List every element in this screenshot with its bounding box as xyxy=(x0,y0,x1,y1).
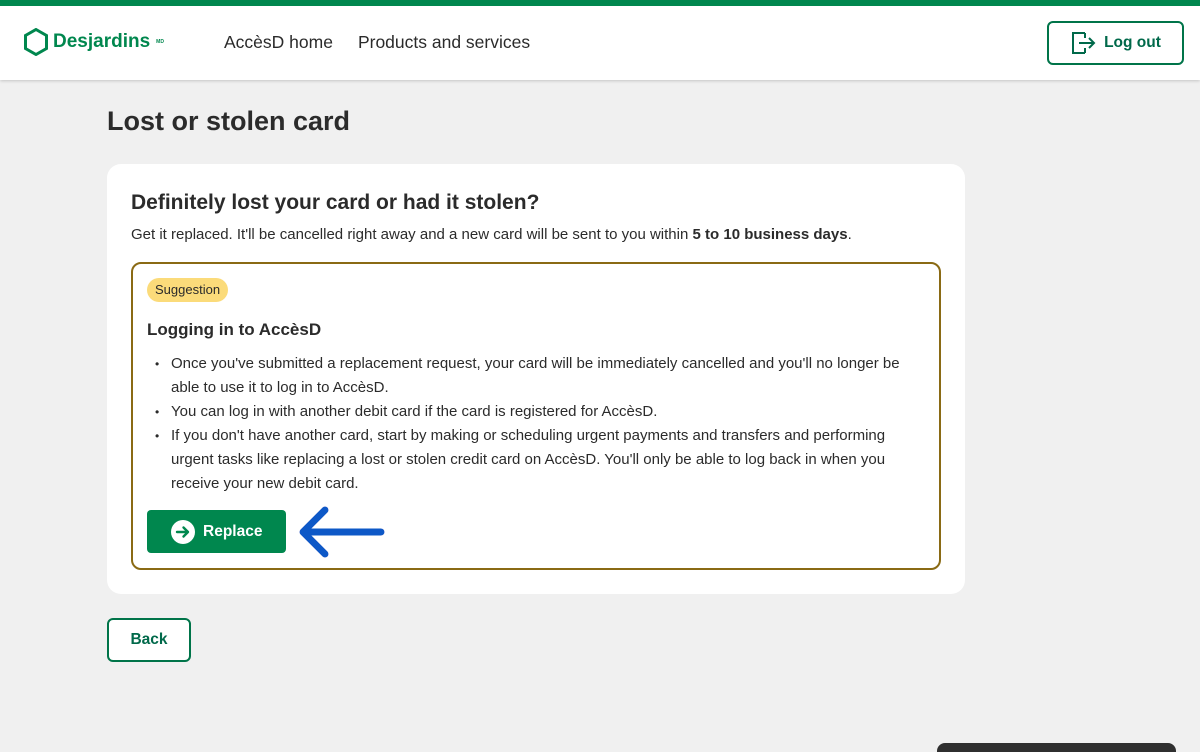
card-subtitle-delay: 5 to 10 business days xyxy=(692,226,848,243)
logout-label: Log out xyxy=(1104,34,1161,51)
nav-item-accesd-home[interactable]: AccèsD home xyxy=(224,32,333,53)
suggestion-badge: Suggestion xyxy=(147,278,229,302)
page-title: Lost or stolen card xyxy=(107,106,351,136)
top-header: Desjardins MD AccèsD home Products and se… xyxy=(0,0,1200,80)
replace-button[interactable]: Replace xyxy=(147,510,286,553)
card-subtitle-end: . xyxy=(847,226,852,243)
suggestion-title: Logging in to AccèsD xyxy=(147,320,322,339)
card-subtitle: Get it replaced. It'll be cancelled righ… xyxy=(131,226,852,243)
replace-card-panel: Definitely lost your card or had it stol… xyxy=(107,164,965,594)
arrow-right-circle-icon xyxy=(171,519,195,544)
suggestion-list: Once you've submitted a replacement requ… xyxy=(147,352,917,496)
card-title: Definitely lost your card or had it stol… xyxy=(131,191,540,214)
back-label: Back xyxy=(130,631,168,648)
replace-label: Replace xyxy=(203,522,263,540)
hexagon-logo-icon xyxy=(24,28,48,56)
logout-door-icon xyxy=(1072,32,1096,54)
nav-item-products-services[interactable]: Products and services xyxy=(358,32,530,53)
logout-button[interactable]: Log out xyxy=(1047,21,1184,65)
brand-mark: MD xyxy=(156,39,164,45)
chat-widget-tab[interactable] xyxy=(937,743,1176,752)
main-nav: AccèsD home Products and services xyxy=(224,32,530,53)
desjardins-logo[interactable]: Desjardins MD xyxy=(24,28,164,56)
list-item: You can log in with another debit card i… xyxy=(147,400,917,424)
suggestion-box: Suggestion Logging in to AccèsD Once you… xyxy=(131,262,941,570)
back-button[interactable]: Back xyxy=(107,618,191,662)
annotation-arrow-icon xyxy=(299,506,385,558)
list-item: Once you've submitted a replacement requ… xyxy=(147,352,917,400)
brand-name: Desjardins xyxy=(53,31,151,52)
card-subtitle-text: Get it replaced. It'll be cancelled righ… xyxy=(131,226,689,243)
list-item: If you don't have another card, start by… xyxy=(147,424,917,496)
